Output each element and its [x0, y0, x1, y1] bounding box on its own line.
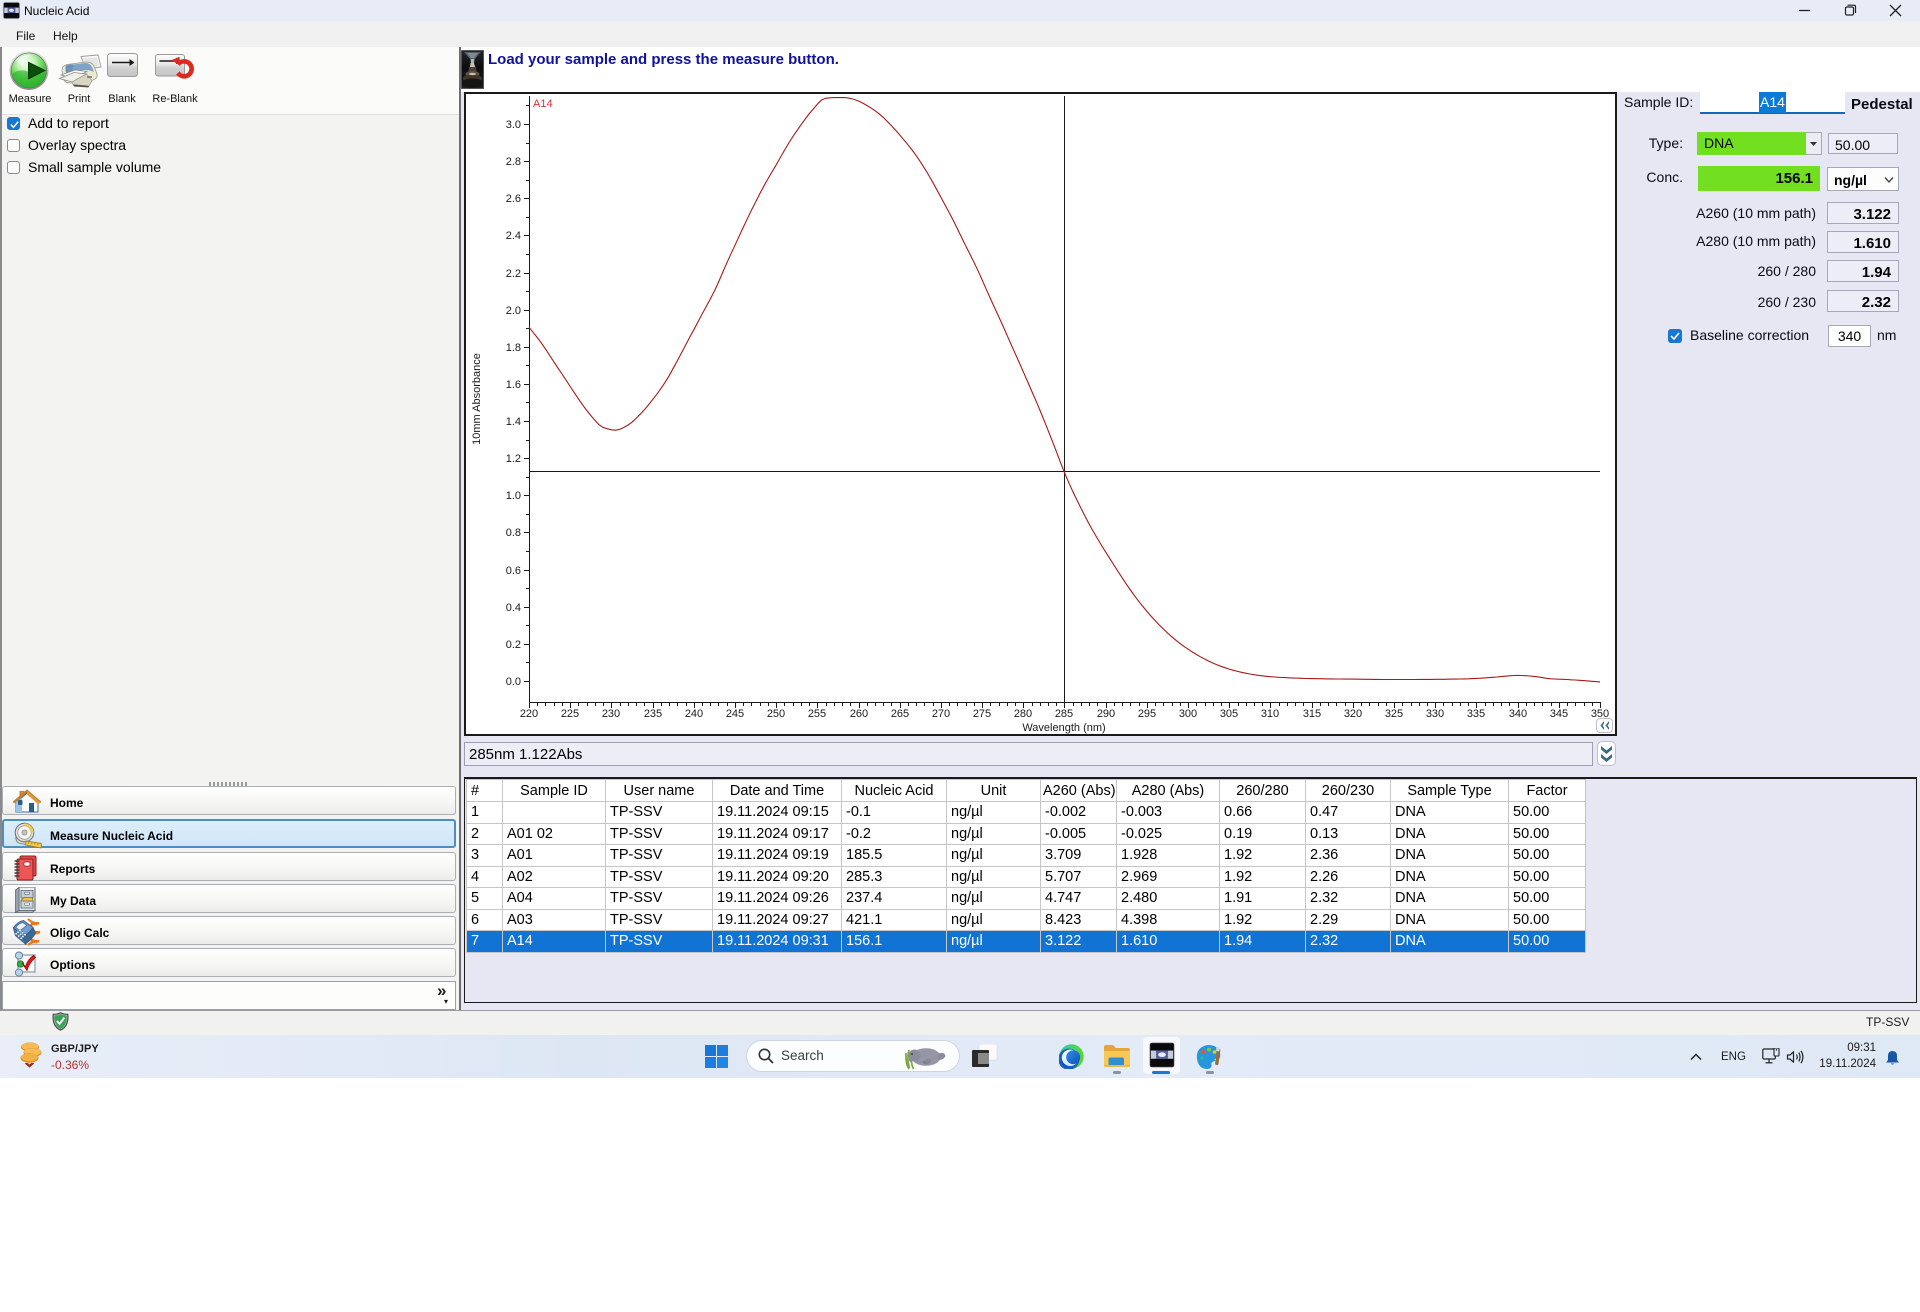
svg-text:305: 305: [1220, 708, 1238, 720]
svg-text:1.0: 1.0: [506, 490, 521, 502]
svg-text:225: 225: [561, 708, 579, 720]
svg-text:290: 290: [1097, 708, 1115, 720]
svg-text:260: 260: [850, 708, 868, 720]
svg-text:2.2: 2.2: [506, 268, 521, 280]
svg-text:A14: A14: [533, 98, 553, 110]
svg-text:340: 340: [1509, 708, 1527, 720]
svg-text:345: 345: [1550, 708, 1568, 720]
svg-text:2.8: 2.8: [506, 156, 521, 168]
svg-text:1.6: 1.6: [506, 379, 521, 391]
svg-text:330: 330: [1426, 708, 1444, 720]
svg-text:2.6: 2.6: [506, 193, 521, 205]
svg-text:285: 285: [1055, 708, 1073, 720]
svg-text:310: 310: [1261, 708, 1279, 720]
svg-text:335: 335: [1467, 708, 1485, 720]
svg-text:1.4: 1.4: [506, 416, 521, 428]
svg-text:275: 275: [973, 708, 991, 720]
svg-text:0.0: 0.0: [506, 676, 521, 688]
svg-text:245: 245: [726, 708, 744, 720]
svg-text:240: 240: [685, 708, 703, 720]
svg-text:300: 300: [1179, 708, 1197, 720]
svg-text:0.2: 0.2: [506, 639, 521, 651]
svg-text:320: 320: [1344, 708, 1362, 720]
svg-text:295: 295: [1138, 708, 1156, 720]
svg-text:3.0: 3.0: [506, 119, 521, 131]
svg-text:270: 270: [932, 708, 950, 720]
svg-text:250: 250: [767, 708, 785, 720]
svg-text:0.6: 0.6: [506, 565, 521, 577]
svg-text:1.8: 1.8: [506, 342, 521, 354]
svg-text:325: 325: [1385, 708, 1403, 720]
svg-text:2.0: 2.0: [506, 305, 521, 317]
svg-text:315: 315: [1303, 708, 1321, 720]
svg-text:280: 280: [1014, 708, 1032, 720]
svg-text:230: 230: [602, 708, 620, 720]
svg-text:Wavelength (nm): Wavelength (nm): [1022, 722, 1105, 734]
svg-text:2.4: 2.4: [506, 230, 521, 242]
svg-text:255: 255: [808, 708, 826, 720]
svg-text:10mm Absorbance: 10mm Absorbance: [471, 353, 483, 445]
svg-text:235: 235: [644, 708, 662, 720]
svg-text:220: 220: [520, 708, 538, 720]
svg-text:1.2: 1.2: [506, 453, 521, 465]
svg-text:0.8: 0.8: [506, 527, 521, 539]
svg-text:0.4: 0.4: [506, 602, 521, 614]
svg-text:265: 265: [891, 708, 909, 720]
